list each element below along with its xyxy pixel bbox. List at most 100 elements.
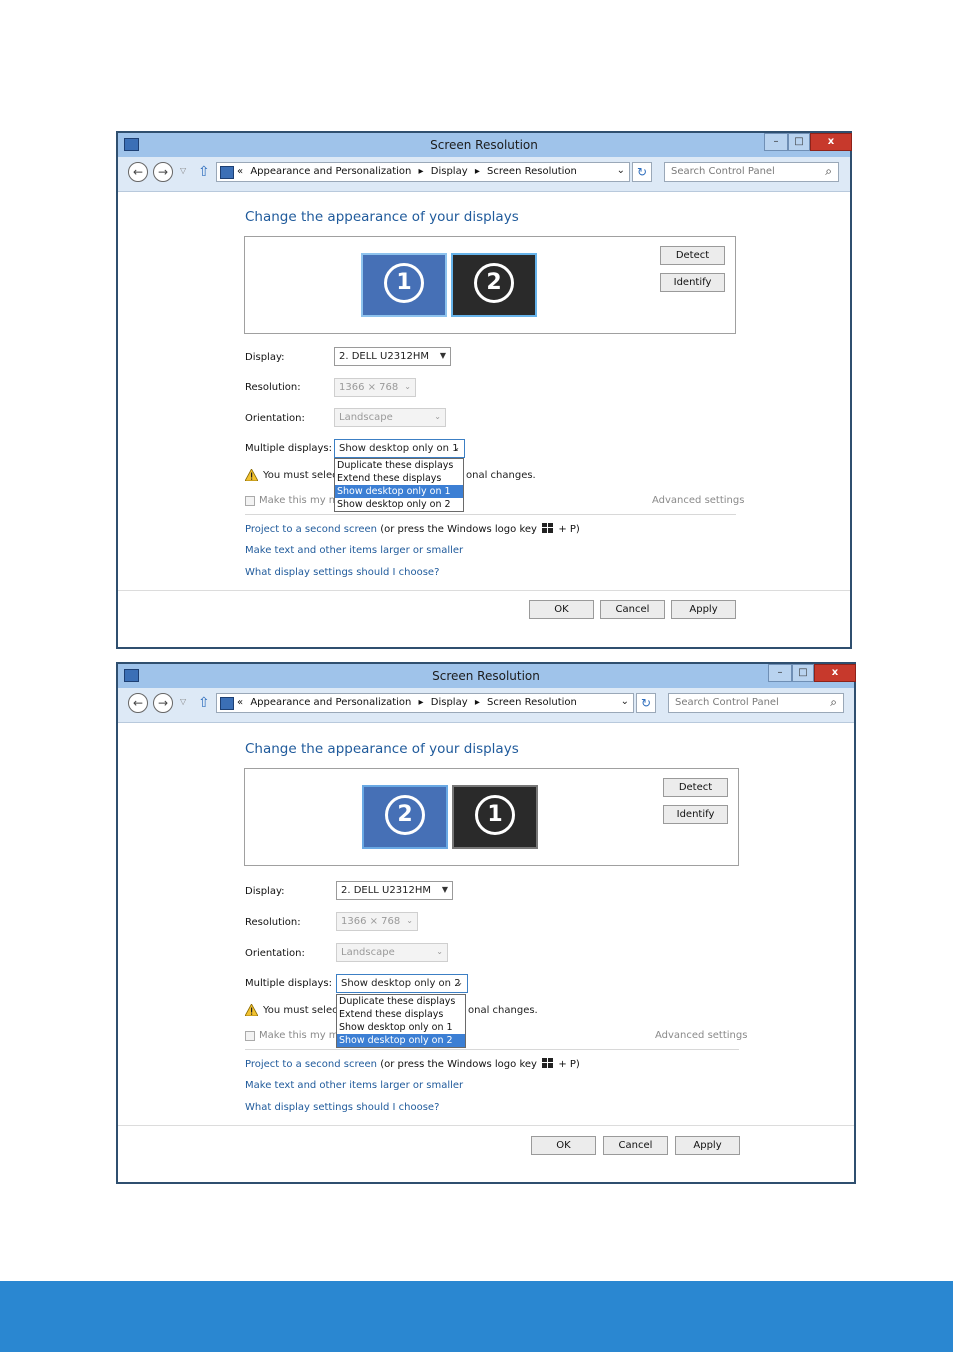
multiple-displays-select[interactable]: Show desktop only on 1 ⌄ [334,439,465,458]
multiple-displays-value: Show desktop only on 2 [341,978,461,989]
divider [245,1049,739,1050]
main-display-checkbox-label: Make this my ma [259,495,345,506]
display-select[interactable]: 2. DELL U2312HM ▼ [336,881,453,900]
detect-button[interactable]: Detect [660,246,725,265]
apply-button[interactable]: Apply [671,600,736,619]
larger-text-link[interactable]: Make text and other items larger or smal… [245,1080,463,1091]
warning-text-end: onal changes. [466,470,536,481]
control-panel-icon [220,697,234,710]
identify-button[interactable]: Identify [663,805,728,824]
ok-button[interactable]: OK [531,1136,596,1155]
chevron-down-icon: ▼ [441,885,448,894]
main-display-checkbox-label: Make this my ma [259,1030,345,1041]
breadcrumb-screen-resolution[interactable]: Screen Resolution [487,166,577,177]
refresh-button[interactable]: ↻ [632,162,652,182]
address-dropdown-chevron-icon[interactable]: ⌄ [617,165,625,176]
resolution-label: Resolution: [245,917,301,928]
breadcrumb-display[interactable]: Display [431,697,468,708]
breadcrumb: « Appearance and Personalization ▸ Displ… [237,166,581,177]
search-input[interactable]: Search Control Panel ⌕ [668,693,844,713]
project-hint-end: + P) [555,1059,580,1070]
maximize-button[interactable]: □ [788,133,810,151]
monitor-number: 2 [474,263,514,303]
address-dropdown-chevron-icon[interactable]: ⌄ [621,696,629,707]
search-icon[interactable]: ⌕ [825,164,832,179]
recent-pages-chevron-icon[interactable]: ▽ [180,166,186,175]
back-button[interactable]: ← [128,162,148,182]
warning-text-start: You must select [263,1005,342,1016]
resolution-select: 1366 × 768 ⌄ [334,378,416,397]
advanced-settings-link[interactable]: Advanced settings [655,1030,747,1041]
forward-button[interactable]: → [153,162,173,182]
minimize-button[interactable]: – [764,133,788,151]
option-show-only-1[interactable]: Show desktop only on 1 [335,485,463,498]
display-settings-help-link[interactable]: What display settings should I choose? [245,1102,439,1113]
address-bar: ← → ▽ ⇧ « Appearance and Personalization… [118,688,854,723]
address-path[interactable]: « Appearance and Personalization ▸ Displ… [216,693,634,713]
breadcrumb-display[interactable]: Display [431,166,468,177]
option-extend[interactable]: Extend these displays [337,1008,465,1021]
ok-button[interactable]: OK [529,600,594,619]
display-settings-help-link[interactable]: What display settings should I choose? [245,567,439,578]
windows-logo-icon [542,523,554,533]
breadcrumb-overflow[interactable]: « [237,166,243,177]
up-arrow-icon[interactable]: ⇧ [198,695,210,711]
monitor-1[interactable]: 1 [361,253,447,317]
title-bar[interactable]: Screen Resolution – □ x [118,133,852,157]
resolution-label: Resolution: [245,382,301,393]
multiple-displays-select[interactable]: Show desktop only on 2 ⌄ [336,974,468,993]
orientation-select: Landscape ⌄ [336,943,448,962]
search-input[interactable]: Search Control Panel ⌕ [664,162,839,182]
apply-button[interactable]: Apply [675,1136,740,1155]
project-hint-end: + P) [555,524,580,535]
project-second-screen-link[interactable]: Project to a second screen [245,1059,377,1070]
warning-text-end: onal changes. [468,1005,538,1016]
chevron-down-icon: ⌄ [404,382,411,391]
breadcrumb-appearance[interactable]: Appearance and Personalization [250,697,411,708]
search-icon[interactable]: ⌕ [830,695,837,710]
option-extend[interactable]: Extend these displays [335,472,463,485]
up-arrow-icon[interactable]: ⇧ [198,164,210,180]
cancel-button[interactable]: Cancel [600,600,665,619]
monitor-2[interactable]: 2 [362,785,448,849]
larger-text-link[interactable]: Make text and other items larger or smal… [245,545,463,556]
identify-button[interactable]: Identify [660,273,725,292]
search-placeholder: Search Control Panel [671,166,775,177]
display-preview: 1 2 Detect Identify [244,236,736,334]
option-show-only-1[interactable]: Show desktop only on 1 [337,1021,465,1034]
multiple-displays-value: Show desktop only on 1 [339,443,459,454]
forward-button[interactable]: → [153,693,173,713]
monitor-1[interactable]: 1 [452,785,538,849]
close-button[interactable]: x [810,133,852,151]
option-duplicate[interactable]: Duplicate these displays [337,995,465,1008]
option-show-only-2[interactable]: Show desktop only on 2 [337,1034,465,1047]
close-button[interactable]: x [814,664,856,682]
chevron-down-icon: ⌄ [453,443,460,452]
display-label: Display: [245,886,285,897]
divider [245,514,736,515]
project-second-screen-link[interactable]: Project to a second screen [245,524,377,535]
breadcrumb-appearance[interactable]: Appearance and Personalization [250,166,411,177]
orientation-select-value: Landscape [341,947,395,958]
breadcrumb-screen-resolution[interactable]: Screen Resolution [487,697,577,708]
option-show-only-2[interactable]: Show desktop only on 2 [335,498,463,511]
multiple-displays-dropdown: Duplicate these displays Extend these di… [334,458,464,512]
address-path[interactable]: « Appearance and Personalization ▸ Displ… [216,162,630,182]
page-footer-bar [0,1281,953,1352]
breadcrumb-overflow[interactable]: « [237,697,243,708]
advanced-settings-link[interactable]: Advanced settings [652,495,744,506]
refresh-button[interactable]: ↻ [636,693,656,713]
option-duplicate[interactable]: Duplicate these displays [335,459,463,472]
project-hint: (or press the Windows logo key [377,524,541,535]
title-bar[interactable]: Screen Resolution – □ x [118,664,856,688]
monitor-2[interactable]: 2 [451,253,537,317]
detect-button[interactable]: Detect [663,778,728,797]
orientation-label: Orientation: [245,948,305,959]
display-select[interactable]: 2. DELL U2312HM ▼ [334,347,451,366]
minimize-button[interactable]: – [768,664,792,682]
display-select-value: 2. DELL U2312HM [341,885,431,896]
back-button[interactable]: ← [128,693,148,713]
cancel-button[interactable]: Cancel [603,1136,668,1155]
recent-pages-chevron-icon[interactable]: ▽ [180,697,186,706]
maximize-button[interactable]: □ [792,664,814,682]
